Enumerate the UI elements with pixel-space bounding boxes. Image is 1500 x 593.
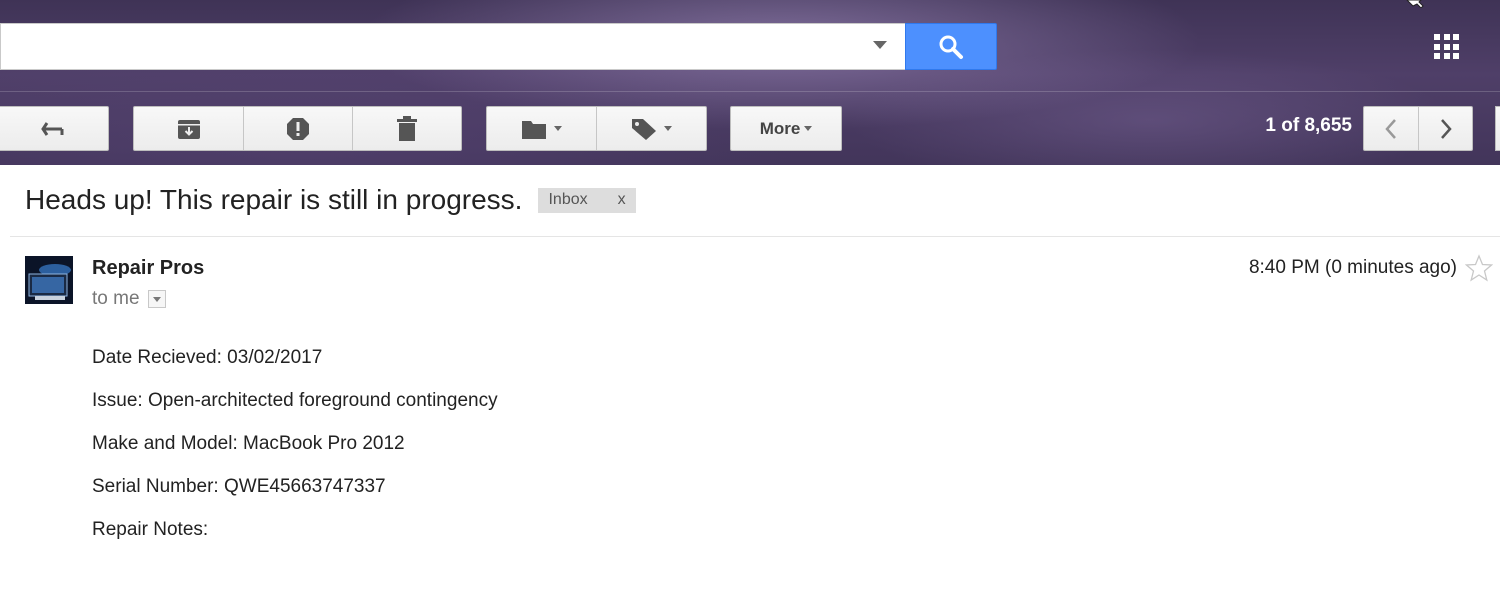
show-details-button[interactable]: [147, 290, 166, 308]
body-line: Date Recieved: 03/02/2017: [92, 347, 323, 368]
archive-icon: [177, 119, 200, 139]
chevron-right-icon: [1440, 118, 1452, 139]
search-button[interactable]: [905, 23, 997, 70]
subject-row: Heads up! This repair is still in progre…: [25, 183, 636, 217]
inbox-label-chip[interactable]: Inbox x: [538, 187, 636, 213]
organize-button-group: [486, 106, 707, 151]
sender-avatar[interactable]: [25, 256, 73, 304]
search-input[interactable]: [0, 23, 905, 70]
trash-icon: [397, 115, 417, 141]
folder-icon: [522, 120, 546, 139]
chevron-down-icon: [152, 296, 161, 302]
search-icon: [939, 35, 963, 59]
mouse-cursor-icon: [1406, 0, 1424, 8]
chevron-left-icon: [1385, 118, 1396, 139]
avatar-image-icon: [25, 256, 73, 304]
header-divider: [0, 91, 1500, 92]
remove-label-button[interactable]: x: [618, 191, 626, 209]
more-button[interactable]: More: [731, 107, 841, 150]
body-line: Repair Notes:: [92, 519, 209, 540]
sender-name[interactable]: Repair Pros: [92, 257, 204, 280]
pagination-group: [1363, 106, 1473, 151]
chevron-down-icon: [554, 126, 562, 131]
settings-button[interactable]: [1495, 106, 1500, 151]
recipient-text: to me: [92, 288, 140, 309]
reply-back-icon: [40, 121, 63, 136]
label-chip-text: Inbox: [548, 191, 588, 208]
chevron-down-icon: [804, 126, 813, 131]
body-line: Serial Number: QWE45663747337: [92, 476, 386, 497]
newer-button[interactable]: [1364, 107, 1418, 150]
labels-button[interactable]: [596, 107, 706, 150]
label-tag-icon: [632, 118, 656, 140]
report-spam-icon: [287, 117, 309, 140]
message-count: 1 of 8,655: [1265, 115, 1352, 136]
action-button-group: [133, 106, 462, 151]
more-button-group: More: [730, 106, 842, 151]
archive-button[interactable]: [134, 107, 243, 150]
email-body: Date Recieved: 03/02/2017 Issue: Open-ar…: [92, 347, 498, 562]
back-button-group: [0, 106, 109, 151]
back-button[interactable]: [0, 107, 108, 150]
delete-button[interactable]: [352, 107, 461, 150]
email-timestamp: 8:40 PM (0 minutes ago): [1248, 257, 1457, 278]
chevron-down-icon: [664, 126, 672, 131]
search-options-dropdown[interactable]: [873, 41, 887, 49]
more-button-label: More: [759, 118, 801, 138]
body-line: Make and Model: MacBook Pro 2012: [92, 433, 405, 454]
star-icon[interactable]: [1465, 254, 1493, 282]
body-line: Issue: Open-architected foreground conti…: [92, 390, 498, 411]
email-subject: Heads up! This repair is still in progre…: [25, 184, 523, 215]
subject-divider: [10, 236, 1500, 237]
older-button[interactable]: [1418, 107, 1472, 150]
move-to-button[interactable]: [487, 107, 596, 150]
recipient-row: to me: [92, 288, 166, 310]
report-spam-button[interactable]: [243, 107, 352, 150]
header-banner: More 1 of 8,655: [0, 0, 1500, 165]
apps-grid-icon[interactable]: [1434, 34, 1459, 59]
